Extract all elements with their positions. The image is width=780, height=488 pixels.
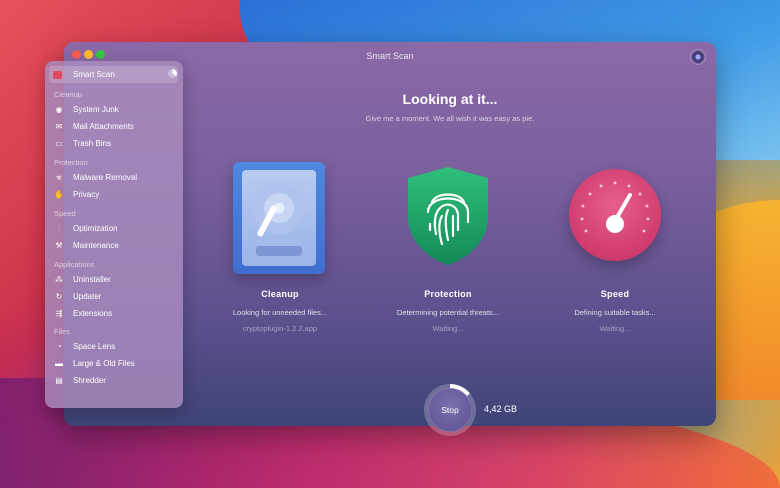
speed-column: Speed Defining suitable tasks... Waiting… — [545, 289, 685, 333]
trash-icon: ▭ — [55, 139, 63, 148]
sidebar-item-updater[interactable]: ↻ Updater — [53, 289, 175, 304]
sidebar-item-label: Optimization — [73, 224, 118, 233]
apps-icon: ⁂ — [55, 275, 63, 284]
sidebar-item-malware-removal[interactable]: ☣ Malware Removal — [53, 170, 175, 185]
cleanup-status: Looking for unneeded files... — [232, 308, 328, 317]
hand-icon: ✋ — [54, 190, 64, 199]
page-subtitle: Give me a moment. We all wish it was eas… — [365, 114, 535, 123]
sidebar-item-label: Shredder — [73, 376, 106, 385]
sidebar-item-uninstaller[interactable]: ⁂ Uninstaller — [53, 272, 175, 287]
extension-icon: ⇶ — [55, 309, 63, 318]
speed-status: Defining suitable tasks... — [574, 308, 656, 317]
sidebar-item-shredder[interactable]: ▤ Shredder — [53, 373, 175, 388]
sidebar-section-speed: Speed — [54, 209, 76, 218]
sidebar-section-files: Files — [54, 327, 70, 336]
update-icon: ↻ — [55, 292, 63, 301]
stop-button[interactable]: Stop — [428, 388, 472, 432]
assistant-icon[interactable] — [690, 49, 706, 65]
sidebar-item-label: Trash Bins — [73, 139, 111, 148]
hard-drive-icon — [233, 162, 325, 274]
scan-progress-ring: Stop — [424, 384, 476, 436]
sidebar-item-label: Uninstaller — [73, 275, 111, 284]
sidebar-section-applications: Applications — [54, 260, 95, 269]
sidebar-item-mail-attachments[interactable]: ✉ Mail Attachments — [53, 119, 175, 134]
sidebar-item-label: Mail Attachments — [73, 122, 134, 131]
cleanup-column: Cleanup Looking for unneeded files... cr… — [210, 289, 350, 333]
sidebar-item-label: Updater — [73, 292, 102, 301]
sidebar-item-label: Maintenance — [73, 241, 119, 250]
sidebar-item-privacy[interactable]: ✋ Privacy — [53, 187, 175, 202]
biohazard-icon: ☣ — [55, 173, 63, 182]
scanned-size: 4,42 GB — [484, 404, 518, 414]
sidebar-section-cleanup: Cleanup — [54, 90, 82, 99]
speed-title: Speed — [600, 289, 630, 299]
sidebar-item-label: Smart Scan — [73, 70, 115, 79]
sidebar-item-label: Large & Old Files — [73, 359, 135, 368]
sidebar-item-space-lens[interactable]: ◔ Space Lens — [53, 339, 175, 354]
sidebar-item-label: Malware Removal — [73, 173, 138, 182]
mail-icon: ✉ — [55, 122, 63, 131]
shredder-icon: ▤ — [55, 376, 63, 385]
sidebar-item-label: Privacy — [73, 190, 100, 199]
cleanup-title: Cleanup — [261, 289, 299, 299]
protection-current-file: Waiting... — [432, 324, 464, 333]
cleanup-current-file: cryptoplugin-1.2.2.app — [242, 324, 318, 333]
sidebar-item-label: System Junk — [73, 105, 119, 114]
sidebar-item-label: Space Lens — [73, 342, 116, 351]
sidebar-item-system-junk[interactable]: ◉ System Junk — [53, 102, 175, 117]
sidebar-section-protection: Protection — [54, 158, 88, 167]
disk-icon: ◉ — [55, 105, 63, 114]
sidebar-item-extensions[interactable]: ⇶ Extensions — [53, 306, 175, 321]
protection-title: Protection — [424, 289, 472, 299]
protection-column: Protection Determining potential threats… — [378, 289, 518, 333]
protection-status: Determining potential threats... — [396, 308, 500, 317]
sidebar: Smart Scan Cleanup ◉ System Junk ✉ Mail … — [45, 61, 183, 408]
sidebar-item-label: Extensions — [73, 309, 113, 318]
sidebar-item-optimization[interactable]: ⫶ Optimization — [53, 221, 175, 236]
scan-progress-icon — [168, 69, 177, 78]
window-title: Smart Scan — [366, 51, 414, 61]
sliders-icon: ⫶ — [58, 223, 60, 233]
lens-icon: ◔ — [56, 342, 62, 351]
speed-current-file: Waiting... — [599, 324, 631, 333]
speedometer-icon — [569, 169, 661, 261]
monitor-icon — [53, 70, 62, 79]
sidebar-item-maintenance[interactable]: ⚒ Maintenance — [53, 238, 175, 253]
sidebar-item-large-old-files[interactable]: ▬ Large & Old Files — [53, 356, 175, 371]
sidebar-item-trash-bins[interactable]: ▭ Trash Bins — [53, 136, 175, 151]
fingerprint-shield-icon — [402, 164, 494, 268]
sidebar-item-smart-scan-row[interactable]: Smart Scan — [53, 67, 175, 82]
wrench-icon: ⚒ — [55, 241, 63, 250]
page-title: Looking at it... — [402, 91, 498, 107]
folder-icon: ▬ — [55, 359, 63, 368]
